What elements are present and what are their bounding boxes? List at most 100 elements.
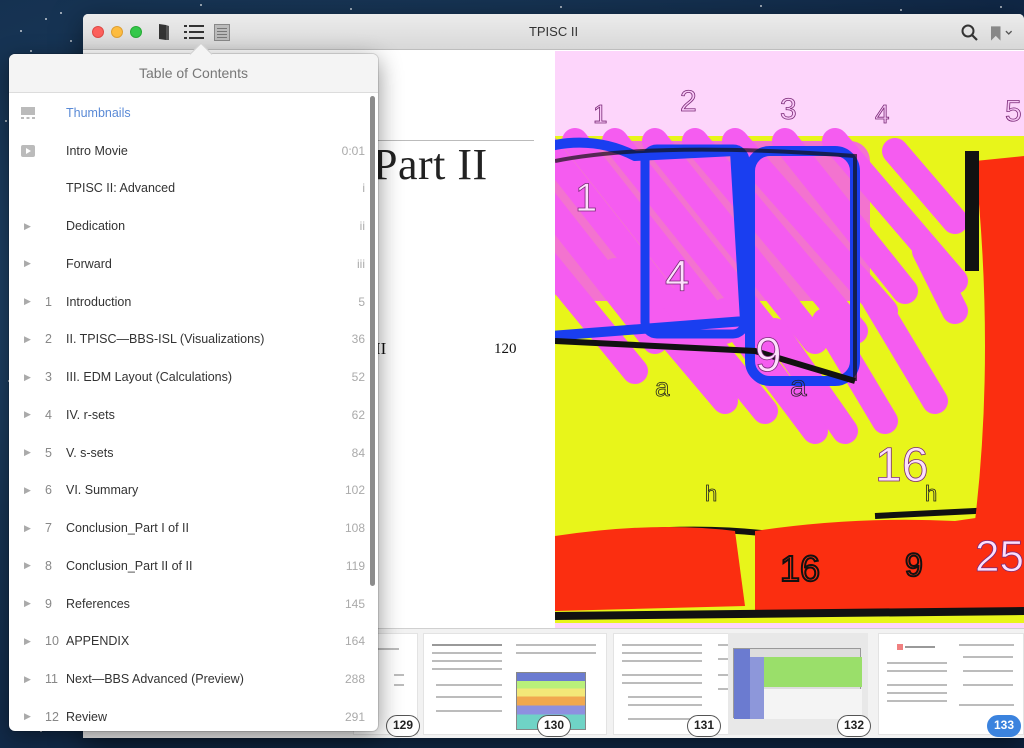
toc-item[interactable]: ▶ 6 VI. Summary 102 [9, 472, 367, 510]
toc-item-page: 0:01 [341, 143, 365, 158]
window-title: TPISC II [528, 24, 579, 39]
toc-item-page: 119 [345, 558, 365, 573]
toc-item[interactable]: TPISC II: Advanced i [9, 170, 367, 208]
toc-item[interactable]: ▶ 8 Conclusion_Part II of II 119 [9, 547, 367, 585]
disclosure-triangle-icon[interactable]: ▶ [24, 598, 34, 609]
colored-drawing: 1 2 3 4 5 1 4 9 a a 16 h h 16 9 25 [555, 51, 1024, 628]
svg-text:4: 4 [875, 99, 889, 129]
toc-item-page: 102 [344, 483, 365, 498]
toc-item-number: 11 [45, 672, 58, 687]
page-number-badge[interactable]: 129 [386, 715, 421, 737]
toc-scrollbar[interactable] [369, 94, 377, 729]
toc-item[interactable]: Intro Movie 0:01 [9, 132, 367, 170]
search-icon[interactable] [961, 24, 979, 42]
toc-item-label: Intro Movie [66, 143, 128, 158]
toc-item-number: 5 [45, 445, 52, 460]
svg-text:16: 16 [780, 548, 820, 589]
disclosure-triangle-icon[interactable]: ▶ [24, 409, 34, 420]
thumbnail-page-130[interactable] [423, 633, 607, 735]
svg-text:2: 2 [680, 85, 697, 118]
page-number-badge[interactable]: 132 [837, 715, 872, 737]
toc-item[interactable]: ▶ Dedication ii [9, 207, 367, 245]
page-number-badge[interactable]: 131 [687, 715, 722, 737]
toc-item-number: 7 [45, 521, 52, 536]
toc-item-number: 12 [45, 709, 59, 724]
svg-text:3: 3 [780, 93, 797, 126]
svg-text:1: 1 [575, 176, 597, 220]
svg-text:5: 5 [1005, 95, 1022, 128]
toc-item-label: V. s-sets [66, 445, 114, 460]
toc-item[interactable]: ▶ Forward iii [9, 245, 367, 283]
disclosure-triangle-icon[interactable]: ▶ [24, 447, 34, 458]
disclosure-triangle-icon[interactable]: ▶ [24, 221, 34, 232]
disclosure-triangle-icon[interactable]: ▶ [24, 258, 34, 269]
toc-list: Thumbnails Intro Movie 0:01 TPISC II: Advan… [9, 93, 367, 729]
svg-text:9: 9 [905, 547, 923, 583]
toc-item[interactable]: ▶ 2 II. TPISC—BBS-ISL (Visualizations) 36 [9, 321, 367, 359]
toc-item-label: VI. Summary [66, 483, 139, 498]
toc-item-page: 84 [351, 445, 365, 460]
pink-blob-main [555, 141, 870, 301]
disclosure-triangle-icon[interactable]: ▶ [24, 523, 34, 534]
toc-item-page: 36 [351, 332, 365, 347]
toc-item-page: iii [357, 256, 365, 271]
toc-item[interactable]: ▶ 12 Review 291 [9, 698, 367, 729]
toc-item-label: Thumbnails [66, 105, 131, 120]
toc-item-label: APPENDIX [66, 634, 130, 649]
toc-item-page: 108 [344, 521, 365, 536]
svg-text:a: a [790, 370, 807, 403]
disclosure-triangle-icon[interactable]: ▶ [24, 334, 34, 345]
toc-item-page: 291 [344, 709, 365, 724]
toc-item[interactable]: Thumbnails [9, 94, 367, 132]
toc-item-label: Dedication [66, 219, 126, 234]
toc-item-number: 4 [45, 407, 52, 422]
disclosure-triangle-icon[interactable]: ▶ [24, 372, 34, 383]
current-page-badge[interactable]: 133 [987, 715, 1022, 737]
toc-title: Table of Contents [9, 54, 378, 93]
toc-item-page: 288 [344, 672, 365, 687]
toc-item-label: Introduction [66, 294, 132, 309]
toc-item-number: 10 [45, 634, 59, 649]
toc-item-label: IV. r-sets [66, 407, 115, 422]
svg-text:25: 25 [975, 532, 1024, 581]
svg-text:16: 16 [875, 439, 928, 492]
disclosure-triangle-icon[interactable]: ▶ [24, 636, 34, 647]
chapter-heading: Part II [373, 140, 488, 189]
toc-item[interactable]: ▶ 9 References 145 [9, 585, 367, 623]
page-number-badge[interactable]: 130 [537, 715, 572, 737]
toc-item-number: 9 [45, 596, 52, 611]
toc-item-label: References [66, 596, 130, 611]
toc-item-page: ii [359, 219, 365, 234]
bookmark-icon[interactable] [991, 24, 1013, 42]
toc-item-label: Conclusion_Part I of II [66, 521, 189, 536]
toc-item-label: Review [66, 709, 107, 724]
disclosure-triangle-icon[interactable]: ▶ [24, 711, 34, 722]
title-bar: TPISC II [83, 14, 1024, 50]
red-block-left [555, 527, 745, 611]
right-book-page-drawing: 1 2 3 4 5 1 4 9 a a 16 h h 16 9 25 [555, 51, 1024, 628]
toc-item[interactable]: ▶ 11 Next—BBS Advanced (Preview) 288 [9, 660, 367, 698]
toc-item[interactable]: ▶ 1 Introduction 5 [9, 283, 367, 321]
toc-item-page: 164 [344, 634, 365, 649]
page-toc-entry-page: 120 [494, 341, 517, 357]
toc-item[interactable]: ▶ 5 V. s-sets 84 [9, 434, 367, 472]
toc-item[interactable]: ▶ 7 Conclusion_Part I of II 108 [9, 509, 367, 547]
disclosure-triangle-icon[interactable]: ▶ [24, 674, 34, 685]
svg-text:h: h [925, 481, 937, 506]
svg-text:a: a [655, 372, 670, 402]
chevron-down-icon [1004, 30, 1012, 35]
svg-text:9: 9 [755, 329, 782, 382]
toc-item-label: III. EDM Layout (Calculations) [66, 370, 233, 385]
toc-item-number: 8 [45, 558, 52, 573]
toc-item[interactable]: ▶ 10 APPENDIX 164 [9, 623, 367, 661]
disclosure-triangle-icon[interactable]: ▶ [24, 296, 34, 307]
movie-play-icon [21, 144, 35, 157]
table-of-contents-popover: Table of Contents Thumbnails Intro Movie 0… [9, 42, 378, 731]
toc-item-number: 6 [45, 483, 52, 498]
disclosure-triangle-icon[interactable]: ▶ [24, 560, 34, 571]
toc-item-page: 5 [358, 294, 365, 309]
disclosure-triangle-icon[interactable]: ▶ [24, 485, 34, 496]
toc-scroll-thumb[interactable] [370, 96, 375, 586]
toc-item[interactable]: ▶ 3 III. EDM Layout (Calculations) 52 [9, 358, 367, 396]
toc-item[interactable]: ▶ 4 IV. r-sets 62 [9, 396, 367, 434]
